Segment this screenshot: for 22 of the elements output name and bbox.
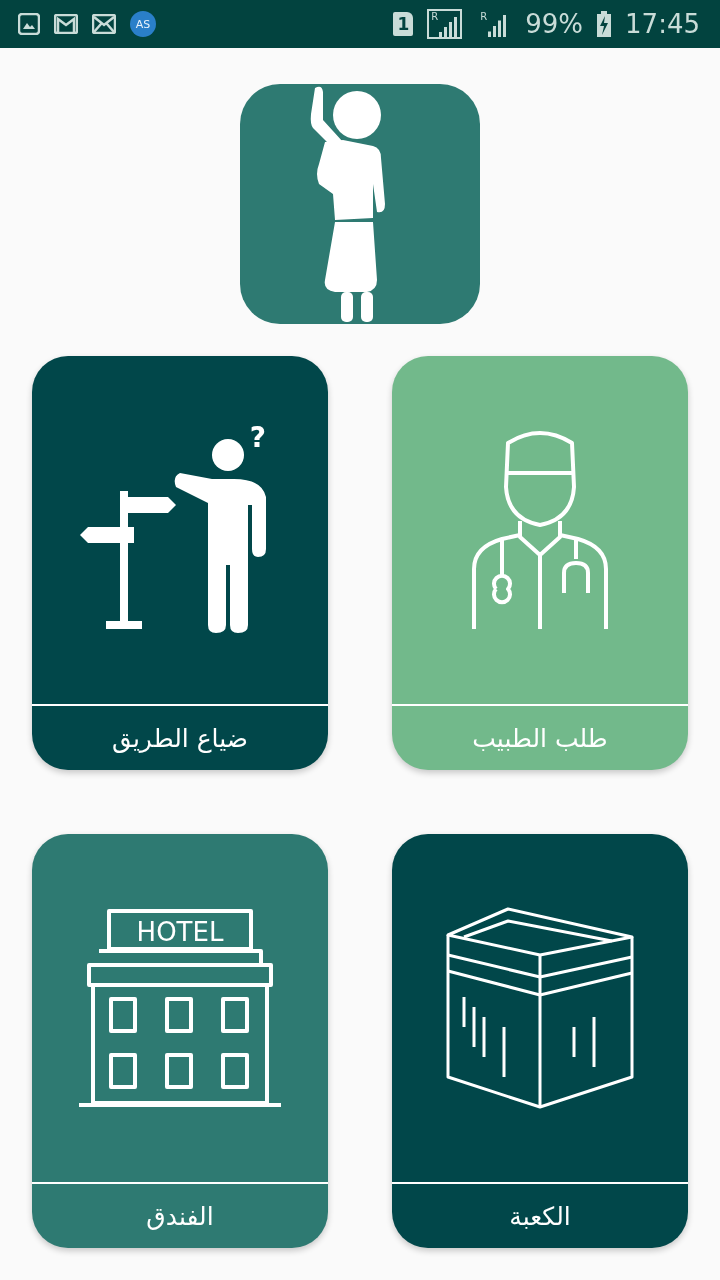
menu-card[interactable]: ? ضياع الطريق xyxy=(32,356,328,770)
signal-icon xyxy=(487,15,508,37)
signpost-icon xyxy=(80,491,176,629)
doctor-icon xyxy=(472,429,608,631)
image-icon xyxy=(18,13,40,35)
pilgrim-button[interactable] xyxy=(240,84,480,324)
hotel-sign-text: HOTEL xyxy=(136,917,224,947)
sim-icon: 1 xyxy=(393,12,414,36)
account-avatar: AS xyxy=(130,11,156,37)
gmail-icon xyxy=(54,14,78,34)
card-label: ضياع الطريق xyxy=(111,722,249,755)
roaming-text: R xyxy=(480,11,488,22)
card-label: الفندق xyxy=(145,1200,215,1233)
mail-icon xyxy=(92,14,116,34)
battery-percent: 99% xyxy=(525,9,584,39)
roaming-text: R xyxy=(431,11,439,22)
question-mark: ? xyxy=(249,425,266,454)
menu-card[interactable]: الكعبة xyxy=(392,834,688,1248)
card-label: الكعبة xyxy=(508,1200,572,1233)
card-label: طلب الطبيب xyxy=(471,722,609,755)
kaaba-icon xyxy=(444,907,636,1109)
clock: 17:45 xyxy=(625,9,700,39)
